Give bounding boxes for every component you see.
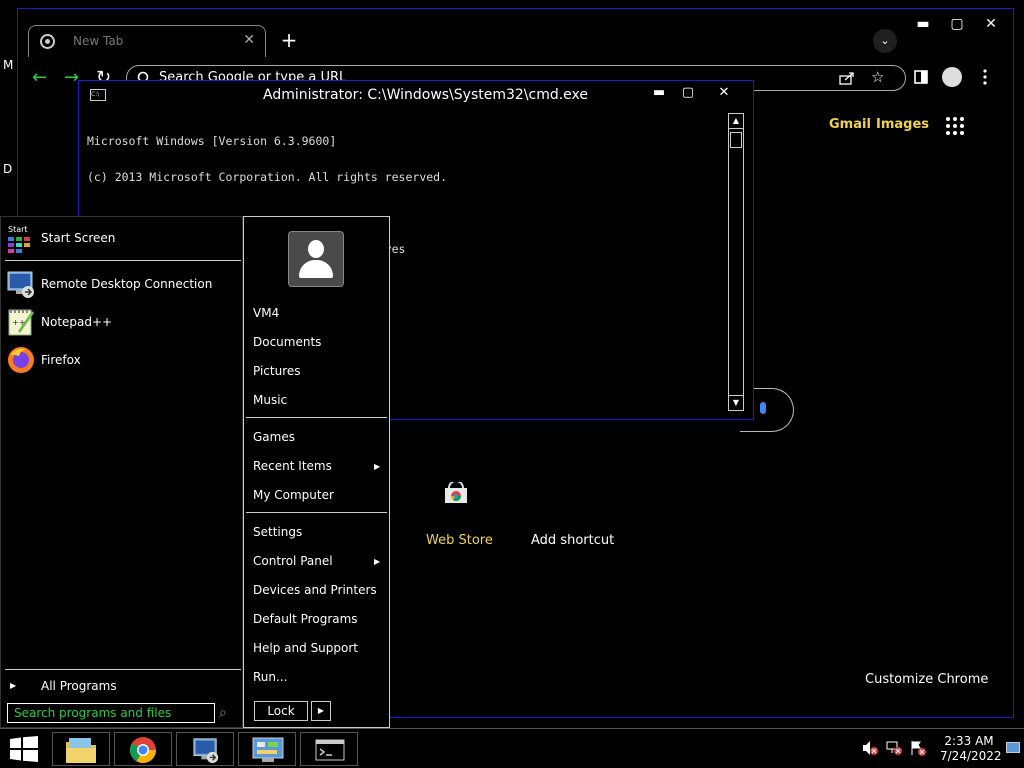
divider <box>246 512 387 513</box>
taskbar-chrome[interactable] <box>114 732 172 766</box>
tab-search-button[interactable]: ⌄ <box>873 29 897 53</box>
side-panel-icon[interactable] <box>914 70 928 84</box>
cmd-close-button[interactable]: ✕ <box>711 83 737 103</box>
taskbar-remote-desktop[interactable] <box>176 732 234 766</box>
places-item-help-support[interactable]: Help and Support <box>253 641 358 655</box>
cmd-icon <box>315 739 345 761</box>
back-icon[interactable]: ← <box>32 67 47 88</box>
places-item-pictures[interactable]: Pictures <box>253 364 301 378</box>
cmd-title: Administrator: C:\Windows\System32\cmd.e… <box>263 87 589 103</box>
chrome-icon <box>129 737 157 764</box>
desktop-label-m: M <box>3 58 14 72</box>
chrome-favicon-icon <box>40 34 55 49</box>
share-icon[interactable] <box>839 71 855 85</box>
windows-start-icon[interactable] <box>10 736 38 762</box>
places-item-games[interactable]: Games <box>253 430 295 444</box>
start-screen-icon: Start <box>6 225 36 255</box>
profile-avatar-icon[interactable] <box>942 67 962 87</box>
taskbar-file-explorer[interactable] <box>52 732 110 766</box>
search-magnifier-icon[interactable]: ⌕ <box>219 705 227 721</box>
google-apps-icon[interactable] <box>946 117 964 135</box>
places-item-run[interactable]: Run... <box>253 670 287 684</box>
chrome-maximize-button[interactable]: ▢ <box>940 13 974 35</box>
show-desktop-icon[interactable] <box>1006 742 1020 754</box>
notepad-plus-plus-icon: ++ <box>8 309 34 336</box>
taskbar-cmd[interactable] <box>300 732 358 766</box>
cmd-titlebar[interactable]: C:\ Administrator: C:\Windows\System32\c… <box>79 81 753 109</box>
desktop-label-d: D <box>3 162 13 176</box>
scroll-thumb[interactable] <box>730 132 742 148</box>
action-center-flag-icon[interactable] <box>910 740 926 756</box>
gmail-link[interactable]: Gmail <box>829 117 871 132</box>
places-item-music[interactable]: Music <box>253 393 287 407</box>
scroll-down-icon[interactable]: ▼ <box>729 395 743 410</box>
tab-title: New Tab <box>73 34 124 48</box>
tab-close-icon[interactable]: ✕ <box>243 32 255 48</box>
cmd-maximize-button[interactable]: ▢ <box>675 83 701 103</box>
lock-options-arrow-icon[interactable]: ▶ <box>311 701 331 721</box>
microphone-icon[interactable] <box>760 402 766 414</box>
new-tab-button[interactable]: + <box>278 29 300 51</box>
remote-desktop-icon <box>7 271 34 298</box>
svg-text:++: ++ <box>12 318 25 327</box>
remote-desktop-item[interactable]: Remote Desktop Connection <box>41 277 212 291</box>
tab-new-tab[interactable]: New Tab ✕ <box>28 25 266 57</box>
volume-muted-icon[interactable] <box>862 741 878 755</box>
bookmark-star-icon[interactable]: ☆ <box>871 68 884 86</box>
taskbar: 2:33 AM 7/24/2022 <box>0 728 1024 768</box>
forward-icon[interactable]: → <box>64 67 79 88</box>
start-menu-places: VM4 Documents Pictures Music Games Recen… <box>243 216 390 728</box>
menu-dots-icon[interactable] <box>982 69 988 85</box>
taskbar-control-panel[interactable] <box>238 732 296 766</box>
control-panel-icon <box>252 737 284 762</box>
places-item-devices-printers[interactable]: Devices and Printers <box>253 583 377 597</box>
web-store-icon[interactable] <box>444 482 468 504</box>
control-panel-arrow-icon: ▶ <box>374 557 381 566</box>
user-avatar[interactable] <box>288 231 344 287</box>
cmd-scrollbar[interactable]: ▲ ▼ <box>728 113 744 411</box>
all-programs-arrow-icon: ▶ <box>10 681 17 690</box>
chrome-minimize-button[interactable]: ▬ <box>906 13 940 35</box>
file-explorer-icon <box>66 738 96 763</box>
customize-chrome-button[interactable]: Customize Chrome <box>865 672 988 687</box>
start-menu-programs: Start Start Screen Remote Desktop Connec… <box>0 216 243 728</box>
start-screen-icon-caption: Start <box>8 225 28 234</box>
cmd-minimize-button[interactable]: ▬ <box>646 83 672 103</box>
remote-desktop-icon <box>193 738 219 764</box>
firefox-icon <box>8 347 34 373</box>
divider <box>246 417 387 418</box>
recent-items-arrow-icon: ▶ <box>374 462 381 471</box>
clock-date: 7/24/2022 <box>940 749 1002 763</box>
scroll-up-icon[interactable]: ▲ <box>729 114 743 129</box>
places-item-vm4[interactable]: VM4 <box>253 306 279 320</box>
cmd-window-icon: C:\ <box>90 89 106 101</box>
chrome-titlebar: New Tab ✕ + ⌄ ▬ ▢ ✕ <box>18 9 1013 61</box>
console-line: (c) 2013 Microsoft Corporation. All righ… <box>87 170 448 184</box>
firefox-item[interactable]: Firefox <box>41 353 81 367</box>
start-screen-item[interactable]: Start Screen <box>41 231 115 245</box>
divider <box>5 669 241 670</box>
places-item-my-computer[interactable]: My Computer <box>253 488 334 502</box>
lock-button[interactable]: Lock <box>254 701 308 721</box>
images-link[interactable]: Images <box>876 117 929 132</box>
places-item-control-panel[interactable]: Control Panel <box>253 554 333 568</box>
console-line: Microsoft Windows [Version 6.3.9600] <box>87 134 337 148</box>
divider <box>5 260 241 261</box>
start-search-input[interactable]: Search programs and files <box>7 703 215 723</box>
add-shortcut-button[interactable]: Add shortcut <box>531 533 614 548</box>
notepad-plus-plus-item[interactable]: Notepad++ <box>41 315 112 329</box>
chrome-close-button[interactable]: ✕ <box>974 13 1008 35</box>
system-clock[interactable]: 2:33 AM 7/24/2022 <box>940 734 1002 764</box>
places-item-recent-items[interactable]: Recent Items <box>253 459 332 473</box>
places-item-documents[interactable]: Documents <box>253 335 321 349</box>
all-programs-item[interactable]: All Programs <box>41 679 117 693</box>
network-icon[interactable] <box>886 741 902 755</box>
places-item-default-programs[interactable]: Default Programs <box>253 612 358 626</box>
web-store-shortcut[interactable]: Web Store <box>426 533 493 548</box>
clock-time: 2:33 AM <box>944 734 994 748</box>
places-item-settings[interactable]: Settings <box>253 525 302 539</box>
